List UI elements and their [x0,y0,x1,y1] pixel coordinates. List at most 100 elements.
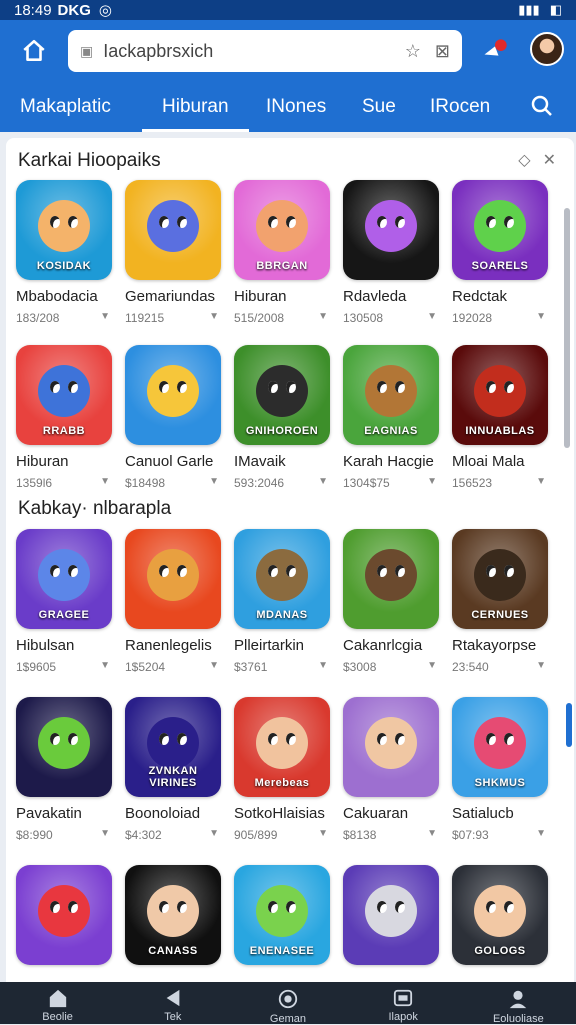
app-card[interactable]: ZVNKAN VIRINES Boonoloiad $4:302 ▼ [125,697,225,842]
app-thumbnail[interactable]: EAGNIAS [343,345,439,445]
chevron-down-icon[interactable]: ▼ [318,828,328,842]
app-row: KOSIDAK Mbabodacia 183/208 ▼ Gemariundas 1192… [16,180,552,325]
app-thumbnail[interactable]: CANASS [125,865,221,965]
chevron-down-icon[interactable]: ▼ [209,828,219,842]
app-thumbnail[interactable] [343,865,439,965]
chevron-down-icon[interactable]: ▼ [427,828,437,842]
tab-makaplatic[interactable]: Makaplatic [20,82,111,132]
app-card[interactable]: BBRGAN Hiburan 515/2008 ▼ [234,180,334,325]
chevron-down-icon[interactable]: ▼ [536,828,546,842]
chevron-down-icon[interactable]: ▼ [209,476,219,490]
tab-sue[interactable]: Sue [362,82,396,132]
character-icon [365,549,417,601]
bookmark-star-icon[interactable]: ☆ [405,41,421,62]
app-thumbnail[interactable]: SOARELS [452,180,548,280]
app-thumbnail[interactable]: ZVNKAN VIRINES [125,697,221,797]
app-thumbnail[interactable] [16,865,112,965]
app-card[interactable]: GOLOGS [452,865,552,973]
app-card[interactable]: Cakanrlcgia $3008 ▼ [343,529,443,674]
nav-item-geman[interactable]: Geman [238,982,338,1025]
chevron-down-icon[interactable]: ▼ [100,476,110,490]
app-card[interactable]: SHKMUS Satialucb $07:93 ▼ [452,697,552,842]
app-thumbnail[interactable] [125,529,221,629]
chevron-down-icon[interactable]: ▼ [427,311,437,325]
app-card[interactable]: KOSIDAK Mbabodacia 183/208 ▼ [16,180,116,325]
app-card[interactable]: EAGNIAS Karah Hacgie 1304$75 ▼ [343,345,443,490]
chevron-down-icon[interactable]: ▼ [209,660,219,674]
app-thumbnail[interactable]: INNUABLAS [452,345,548,445]
nav-item-ilapok[interactable]: Ilapok [353,982,453,1023]
app-card[interactable]: GNIHOROEN IMavaik 593:2046 ▼ [234,345,334,490]
app-thumbnail[interactable]: CERNUES [452,529,548,629]
app-card[interactable]: Merebeas SotkoHlaisias 905/899 ▼ [234,697,334,842]
app-thumbnail[interactable]: MDANAS [234,529,330,629]
app-thumbnail[interactable] [343,697,439,797]
nav-item-beolie[interactable]: Beolie [8,982,108,1023]
app-banner-text: CANASS [148,945,198,957]
diamond-icon[interactable]: ◇ [518,150,530,170]
scrollbar[interactable] [564,208,570,448]
app-thumbnail[interactable] [125,345,221,445]
app-thumbnail[interactable]: SHKMUS [452,697,548,797]
chevron-down-icon[interactable]: ▼ [536,476,546,490]
home-button[interactable] [14,31,54,71]
chevron-down-icon[interactable]: ▼ [536,311,546,325]
tab-irocen[interactable]: IRocen [430,82,490,132]
chevron-down-icon[interactable]: ▼ [427,660,437,674]
app-card[interactable]: Canuol Garle $18498 ▼ [125,345,225,490]
app-thumbnail[interactable]: GOLOGS [452,865,548,965]
nav-item-eoluoliase[interactable]: Eoluoliase [468,982,568,1025]
app-thumbnail[interactable]: KOSIDAK [16,180,112,280]
app-card[interactable]: CANASS [125,865,225,973]
tab-inones[interactable]: INones [266,82,326,132]
app-thumbnail[interactable]: GRAGEE [16,529,112,629]
app-card[interactable]: Cakuaran $8138 ▼ [343,697,443,842]
avatar[interactable] [530,32,564,66]
chevron-down-icon[interactable]: ▼ [318,660,328,674]
app-card[interactable] [343,865,443,973]
app-thumbnail[interactable] [125,180,221,280]
app-card[interactable]: Gemariundas 119215 ▼ [125,180,225,325]
chevron-down-icon[interactable]: ▼ [209,311,219,325]
app-thumbnail[interactable]: RRABB [16,345,112,445]
app-card[interactable]: MDANAS Plleirtarkin $3761 ▼ [234,529,334,674]
close-icon[interactable]: ✕ [543,150,556,170]
notification-button[interactable] [476,32,514,70]
app-card[interactable]: Rdavleda 130508 ▼ [343,180,443,325]
search-button[interactable] [530,94,554,123]
search-input[interactable]: ▣ Iackapbrsxich ☆ ⊠ [68,30,462,72]
app-banner-text: GOLOGS [474,945,526,957]
chevron-down-icon[interactable]: ▼ [100,311,110,325]
app-banner-text: Merebeas [254,777,310,789]
tab-hiburan[interactable]: Hiburan [142,82,248,132]
app-card[interactable]: INNUABLAS Mloai Mala 156523 ▼ [452,345,552,490]
app-title: Mbabodacia [16,288,98,305]
tabs-icon[interactable]: ⊠ [435,41,450,62]
app-thumbnail[interactable] [16,697,112,797]
app-card[interactable]: CERNUES Rtakayorpse 23:540 ▼ [452,529,552,674]
nav-item-tek[interactable]: Tek [123,982,223,1023]
app-card[interactable] [16,865,116,973]
app-card[interactable]: Ranenlegelis 1$5204 ▼ [125,529,225,674]
app-card[interactable]: ENENASEE [234,865,334,973]
chevron-down-icon[interactable]: ▼ [100,828,110,842]
home-icon [23,39,45,61]
chevron-down-icon[interactable]: ▼ [318,476,328,490]
app-thumbnail[interactable] [343,180,439,280]
chevron-down-icon[interactable]: ▼ [318,311,328,325]
chevron-down-icon[interactable]: ▼ [427,476,437,490]
nav-label: Beolie [42,1011,73,1023]
chevron-down-icon[interactable]: ▼ [536,660,546,674]
app-card[interactable]: RRABB Hiburan 1359l6 ▼ [16,345,116,490]
app-thumbnail[interactable] [343,529,439,629]
app-thumbnail[interactable]: ENENASEE [234,865,330,965]
app-thumbnail[interactable]: GNIHOROEN [234,345,330,445]
app-thumbnail[interactable]: BBRGAN [234,180,330,280]
app-thumbnail[interactable]: Merebeas [234,697,330,797]
chevron-down-icon[interactable]: ▼ [100,660,110,674]
app-card[interactable]: GRAGEE Hibulsan 1$9605 ▼ [16,529,116,674]
app-card[interactable]: Pavakatin $8:990 ▼ [16,697,116,842]
scrollbar-thumb[interactable] [566,703,572,747]
app-title: Satialucb [452,805,514,822]
app-card[interactable]: SOARELS Redctak 192028 ▼ [452,180,552,325]
